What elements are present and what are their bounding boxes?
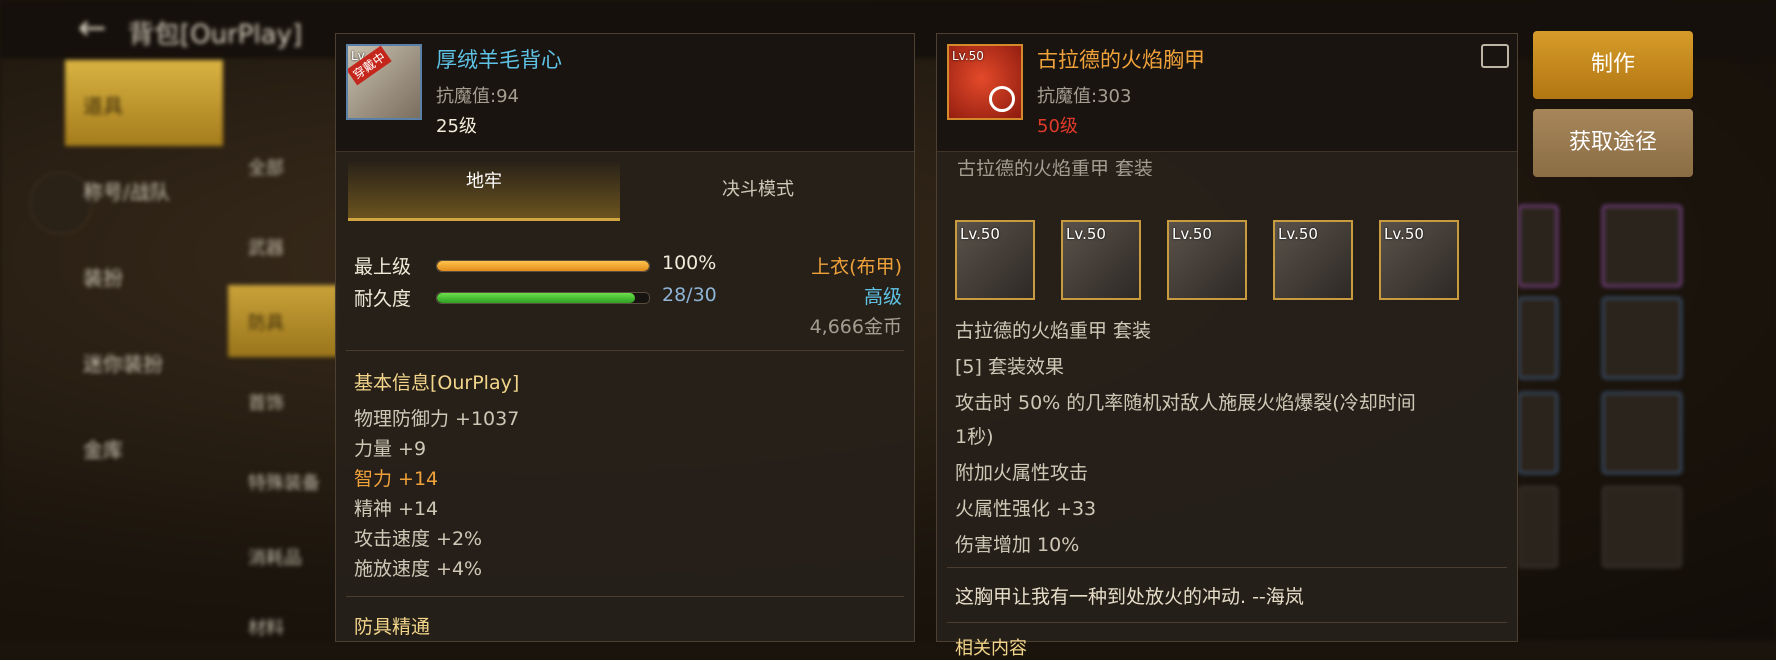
equipped-item-header: Lv 穿戴中 厚绒羊毛背心 抗魔值:94 25级 [336, 34, 914, 152]
subcategory-all[interactable]: 全部 [228, 130, 338, 202]
page-title: 背包[OurPlay] [128, 20, 303, 50]
subcategory-armor[interactable]: 防具 [228, 285, 338, 357]
subcategory-accessory[interactable]: 首饰 [228, 365, 338, 437]
compare-item-icon: Lv.50 [947, 44, 1023, 120]
subcategory-material[interactable]: 材料 [228, 590, 338, 640]
inventory-slot[interactable] [1602, 486, 1682, 568]
category-items[interactable]: 道具 [65, 60, 223, 146]
flavor-text: 这胸甲让我有一种到处放火的冲动. --海岚 [955, 586, 1304, 608]
item-level: 25级 [436, 116, 477, 137]
section-armor-mastery: 防具精通 [354, 616, 431, 638]
category-title-team[interactable]: 称号/战队 [65, 146, 223, 232]
craft-button[interactable]: 制作 [1533, 31, 1693, 99]
category-avatar[interactable]: 装扮 [65, 232, 223, 318]
magic-resist: 抗魔值:94 [436, 86, 519, 107]
equipped-item-name: 厚绒羊毛背心 [436, 48, 562, 72]
item-level: 50级 [1037, 116, 1078, 137]
durability-bar [436, 292, 650, 304]
tab-duel[interactable]: 决斗模式 [622, 162, 894, 218]
item-price: 4,666金币 [809, 316, 902, 338]
grade-percent: 100% [662, 252, 717, 274]
inventory-slot[interactable] [1602, 297, 1682, 379]
level-tag: Lv.50 [952, 49, 984, 63]
compare-item-header: Lv.50 古拉德的火焰胸甲 抗魔值:303 50级 [937, 34, 1517, 152]
grade-bar-fill [437, 261, 649, 271]
slot-type: 上衣(布甲) [811, 256, 902, 278]
inventory-slot[interactable] [1602, 205, 1682, 287]
durability-label: 耐久度 [354, 288, 412, 310]
set-name: 古拉德的火焰重甲 套装 [955, 320, 1152, 342]
inventory-slot[interactable] [1518, 297, 1558, 379]
subcategory-consumable[interactable]: 消耗品 [228, 520, 338, 592]
set-piece-icon[interactable]: Lv.50 [1167, 220, 1247, 300]
rarity: 高级 [863, 286, 902, 308]
section-basic-info: 基本信息[OurPlay] [354, 372, 520, 394]
equipped-item-panel: Lv 穿戴中 厚绒羊毛背心 抗魔值:94 25级 地牢 决斗模式 最上级 100… [335, 33, 915, 642]
back-arrow-icon[interactable]: ← [78, 10, 114, 46]
source-button[interactable]: 获取途径 [1533, 109, 1693, 177]
inventory-slot[interactable] [1518, 392, 1558, 474]
subcategory-special[interactable]: 特殊装备 [228, 445, 338, 517]
inventory-slot[interactable] [1518, 486, 1558, 568]
durability-bar-fill [437, 293, 635, 303]
divider [947, 567, 1507, 568]
compare-item-name: 古拉德的火焰胸甲 [1037, 48, 1205, 72]
set-effect-desc-cont: 1秒) [955, 426, 994, 448]
stat-strength: 力量 +9 [354, 438, 427, 460]
grade-label: 最上级 [354, 256, 412, 278]
set-piece-icon[interactable]: Lv.50 [1273, 220, 1353, 300]
inventory-slot[interactable] [1602, 392, 1682, 474]
compare-item-panel: Lv.50 古拉德的火焰胸甲 抗魔值:303 50级 古拉德的火焰重甲 套装 L… [936, 33, 1518, 659]
set-piece-icon[interactable]: Lv.50 [1379, 220, 1459, 300]
set-effect-title: [5] 套装效果 [955, 356, 1064, 378]
stat-physical-defense: 物理防御力 +1037 [354, 408, 520, 430]
category-mini-avatar[interactable]: 迷你装扮 [65, 318, 223, 404]
durability-value: 28/30 [662, 284, 717, 306]
set-header-partial: 古拉德的火焰重甲 套装 [957, 158, 1154, 176]
prohibited-icon [989, 86, 1015, 112]
equipped-item-icon: Lv 穿戴中 [346, 44, 422, 120]
external-link-icon[interactable] [1481, 44, 1509, 68]
set-piece-icon[interactable]: Lv.50 [955, 220, 1035, 300]
stat-attack-speed: 攻击速度 +2% [354, 528, 483, 550]
tab-dungeon-label: 地牢 [466, 171, 502, 192]
subcategory-weapon[interactable]: 武器 [228, 210, 338, 282]
set-piece-icon[interactable]: Lv.50 [1061, 220, 1141, 300]
set-effect-desc: 攻击时 50% 的几率随机对敌人施展火焰爆裂(冷却时间 [955, 392, 1416, 414]
magic-resist: 抗魔值:303 [1037, 86, 1132, 107]
tab-dungeon[interactable]: 地牢 [348, 162, 620, 221]
divider [346, 350, 904, 351]
stat-cast-speed: 施放速度 +4% [354, 558, 483, 580]
effect-fire-attack: 附加火属性攻击 [955, 462, 1089, 484]
inventory-slot[interactable] [1518, 205, 1558, 287]
effect-damage-increase: 伤害增加 10% [955, 534, 1080, 556]
section-related: 相关内容 [955, 638, 1027, 659]
category-vault[interactable]: 金库 [65, 404, 223, 490]
grade-bar [436, 260, 650, 272]
effect-fire-enhance: 火属性强化 +33 [955, 498, 1097, 520]
stat-intelligence: 智力 +14 [354, 468, 439, 490]
divider [947, 622, 1507, 623]
mode-tabs: 地牢 决斗模式 [348, 162, 903, 221]
stat-spirit: 精神 +14 [354, 498, 439, 520]
divider [346, 596, 904, 597]
